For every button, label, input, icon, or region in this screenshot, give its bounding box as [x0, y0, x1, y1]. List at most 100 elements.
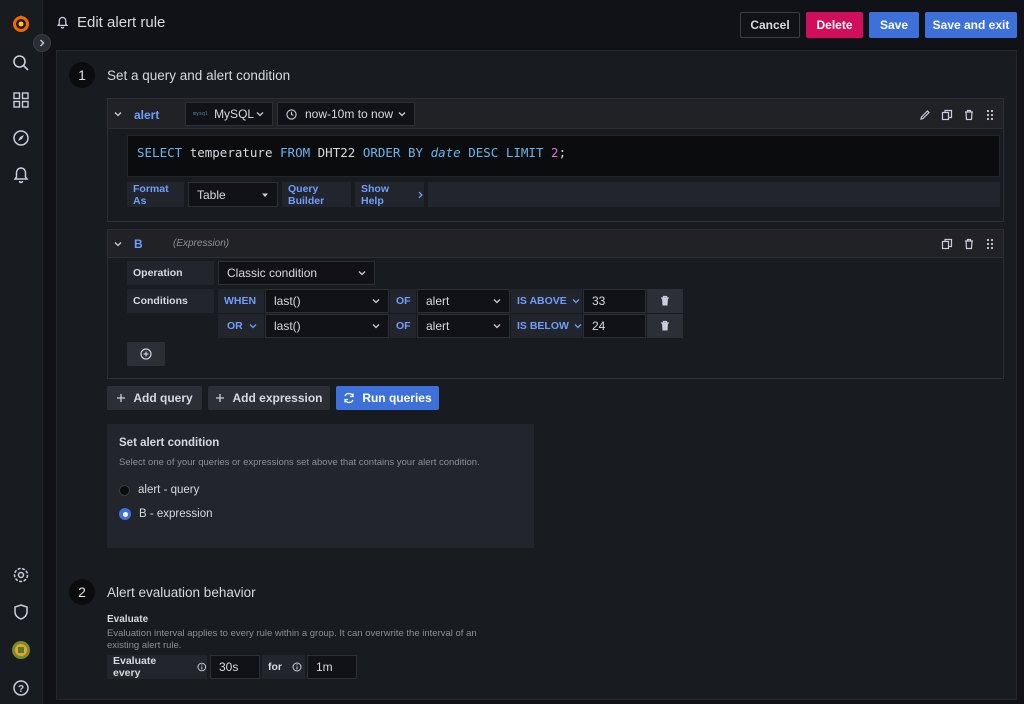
step-number-1: 1 — [69, 62, 95, 88]
datasource-picker[interactable]: mysql MySQL — [185, 102, 273, 126]
duplicate-icon[interactable] — [939, 107, 955, 123]
drag-handle-icon[interactable] — [982, 236, 998, 252]
query-builder-button[interactable]: Query Builder — [282, 182, 351, 207]
format-as-label: Format As — [127, 182, 184, 207]
server-admin-shield-icon[interactable] — [10, 601, 32, 623]
reducer-value: last() — [274, 319, 301, 333]
reducer-select[interactable]: last() — [265, 314, 389, 338]
for-label: for — [262, 655, 305, 679]
for-text: for — [268, 661, 282, 673]
condition-connector-when: WHEN — [218, 289, 264, 313]
reducer-select[interactable]: last() — [265, 289, 389, 313]
step-1-title: Set a query and alert condition — [107, 68, 291, 83]
for-input[interactable]: 1m — [307, 655, 357, 679]
connector-value: OR — [227, 320, 243, 332]
conditions-label: Conditions — [127, 289, 214, 313]
info-icon[interactable] — [197, 662, 207, 672]
evaluator-value: IS ABOVE — [517, 295, 567, 307]
operation-select[interactable]: Classic condition — [218, 261, 375, 285]
search-icon[interactable] — [10, 52, 32, 74]
alert-condition-description: Select one of your queries or expression… — [119, 457, 480, 468]
sql-keyword: FROM — [280, 145, 311, 160]
help-icon[interactable]: ? — [10, 677, 32, 699]
chevron-right-icon — [418, 191, 423, 198]
chevron-down-icon — [358, 271, 366, 276]
radio-selected[interactable] — [119, 508, 131, 520]
alerting-bell-icon[interactable] — [10, 164, 32, 186]
alert-condition-title: Set alert condition — [119, 437, 220, 449]
evaluator-select[interactable]: IS ABOVE — [511, 289, 582, 313]
sql-editor[interactable]: SELECT temperature FROM DHT22 ORDER BY d… — [127, 135, 1000, 177]
delete-button[interactable]: Delete — [806, 12, 863, 38]
chevron-down-icon — [574, 324, 582, 329]
add-query-button[interactable]: Add query — [107, 386, 202, 410]
remove-condition-button[interactable] — [647, 314, 683, 338]
info-icon[interactable] — [292, 662, 302, 672]
grafana-logo-icon[interactable] — [10, 13, 32, 35]
chevron-down-icon — [256, 112, 264, 117]
add-expression-button[interactable]: Add expression — [208, 386, 330, 410]
expression-name[interactable]: B — [134, 237, 143, 251]
query-select[interactable]: alert — [417, 314, 510, 338]
threshold-input[interactable]: 33 — [583, 289, 646, 313]
add-query-label: Add query — [133, 391, 193, 405]
duplicate-icon[interactable] — [939, 236, 955, 252]
evaluator-select[interactable]: IS BELOW — [511, 314, 582, 338]
dashboards-icon[interactable] — [10, 89, 32, 111]
operation-value: Classic condition — [227, 266, 318, 280]
evaluate-every-label: Evaluate every — [107, 655, 207, 679]
caret-down-icon — [262, 193, 268, 197]
plus-icon — [216, 394, 225, 402]
save-button[interactable]: Save — [869, 12, 919, 38]
add-condition-button[interactable] — [127, 342, 165, 366]
trash-icon — [661, 295, 669, 306]
delete-trash-icon[interactable] — [961, 236, 977, 252]
expand-sidebar-chevron-icon[interactable] — [33, 34, 51, 52]
radio-unselected[interactable] — [119, 484, 130, 496]
run-queries-button[interactable]: Run queries — [336, 386, 439, 410]
step-number-2: 2 — [69, 579, 95, 605]
plus-icon — [117, 394, 126, 402]
save-and-exit-button[interactable]: Save and exit — [925, 12, 1017, 38]
chevron-down-icon — [493, 324, 501, 329]
clock-icon — [286, 108, 297, 120]
chevron-down-icon — [372, 299, 380, 304]
query-ref-value: alert — [426, 294, 450, 308]
explore-compass-icon[interactable] — [10, 127, 32, 149]
show-help-label: Show Help — [361, 182, 389, 207]
svg-text:?: ? — [18, 684, 24, 695]
condition-option-alert[interactable]: alert - query — [119, 484, 199, 496]
sync-icon — [344, 392, 354, 404]
sidebar: ? — [0, 0, 43, 704]
show-help-button[interactable]: Show Help — [355, 182, 424, 207]
query-name[interactable]: alert — [134, 108, 159, 122]
threshold-input[interactable]: 24 — [583, 314, 646, 338]
expression-tag: (Expression) — [173, 238, 230, 249]
settings-gear-icon[interactable] — [10, 564, 32, 586]
of-label: OF — [390, 314, 416, 338]
cancel-button[interactable]: Cancel — [740, 12, 800, 38]
user-avatar[interactable] — [10, 639, 32, 661]
query-ref-value: alert — [426, 319, 450, 333]
datasource-name: MySQL — [214, 107, 255, 121]
time-range-picker[interactable]: now-10m to now — [277, 102, 415, 126]
collapse-chevron-icon[interactable] — [114, 110, 122, 118]
operation-label: Operation — [127, 261, 214, 285]
query-panel: alert mysql MySQL now-10m to now SELECT … — [107, 98, 1004, 222]
remove-condition-button[interactable] — [647, 289, 683, 313]
drag-handle-icon[interactable] — [982, 107, 998, 123]
query-header: alert mysql MySQL now-10m to now — [108, 99, 1003, 129]
evaluate-description-line-2: existing alert rule. — [107, 640, 182, 651]
format-as-select[interactable]: Table — [188, 182, 278, 207]
condition-option-b[interactable]: B - expression — [119, 508, 213, 520]
query-select[interactable]: alert — [417, 289, 510, 313]
collapse-chevron-icon[interactable] — [114, 240, 122, 248]
sql-keyword: ORDER BY — [362, 145, 424, 160]
evaluate-every-input[interactable]: 30s — [210, 655, 260, 679]
evaluate-description-line-1: Evaluation interval applies to every rul… — [107, 628, 477, 639]
edit-pencil-icon[interactable] — [917, 107, 933, 123]
trash-icon — [661, 320, 669, 331]
condition-connector-select[interactable]: OR — [218, 314, 264, 338]
chevron-down-icon — [398, 112, 406, 117]
delete-trash-icon[interactable] — [961, 107, 977, 123]
